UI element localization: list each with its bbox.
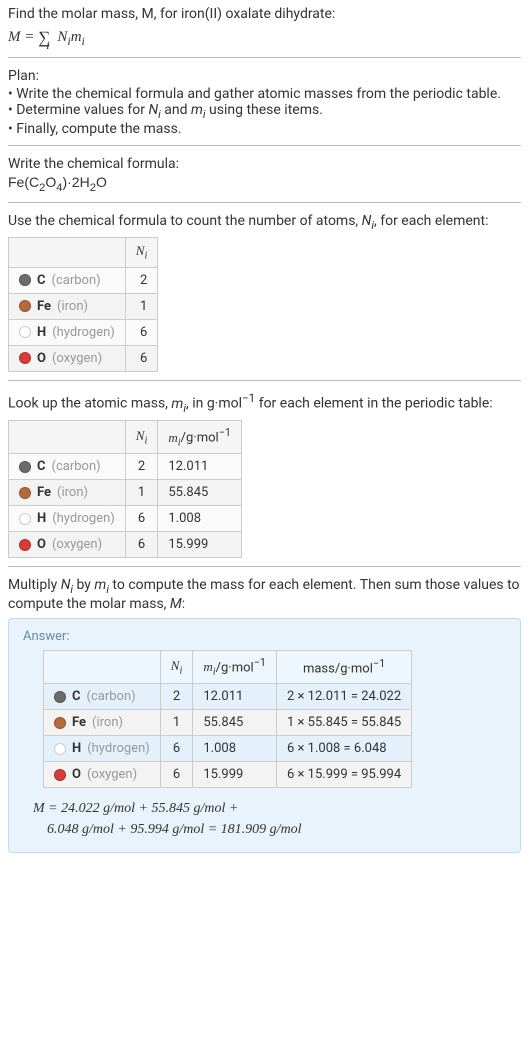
count-title: Use the chemical formula to count the nu…: [8, 213, 521, 232]
answer-header-mass: mass/g·mol−1: [276, 651, 411, 684]
lookup-header-ni: Ni: [125, 421, 158, 454]
element-dot-icon: [19, 461, 31, 473]
multiply-title: Multiply Ni by mi to compute the mass fo…: [8, 577, 521, 612]
element-dot-icon: [54, 743, 66, 755]
divider: [8, 57, 521, 58]
table-row: H (hydrogen) 6: [9, 319, 158, 345]
intro-line: Find the molar mass, M, for iron(II) oxa…: [8, 6, 521, 22]
plan-title: Plan:: [8, 68, 521, 84]
molar-mass-formula: M = ∑i Nimi: [8, 26, 521, 49]
answer-box: Answer: Ni mi/g·mol−1 mass/g·mol−1 C (ca…: [8, 618, 521, 853]
answer-table: Ni mi/g·mol−1 mass/g·mol−1 C (carbon) 2 …: [43, 650, 412, 788]
table-row: O (oxygen) 6 15.999 6 × 15.999 = 95.994: [44, 762, 412, 788]
count-table: Ni C (carbon) 2 Fe (iron) 1 H (hydrogen)…: [8, 237, 158, 372]
element-dot-icon: [19, 513, 31, 525]
plan-item: Write the chemical formula and gather at…: [8, 86, 521, 102]
chemical-formula: Fe(C2O4)·2H2O: [8, 174, 521, 194]
table-row: O (oxygen) 6: [9, 345, 158, 371]
table-row: Fe (iron) 1 55.845 1 × 55.845 = 55.845: [44, 710, 412, 736]
element-dot-icon: [19, 326, 31, 338]
divider: [8, 566, 521, 567]
lookup-table: Ni mi/g·mol−1 C (carbon) 2 12.011 Fe (ir…: [8, 420, 242, 558]
element-dot-icon: [54, 717, 66, 729]
answer-header-mi: mi/g·mol−1: [193, 651, 277, 684]
answer-header-ni: Ni: [160, 651, 193, 684]
element-dot-icon: [19, 539, 31, 551]
lookup-title: Look up the atomic mass, mi, in g·mol−1 …: [8, 391, 521, 414]
divider: [8, 202, 521, 203]
chem-title: Write the chemical formula:: [8, 156, 521, 172]
element-dot-icon: [19, 487, 31, 499]
table-row: C (carbon) 2 12.011: [9, 454, 242, 480]
table-row: O (oxygen) 6 15.999: [9, 532, 242, 558]
element-dot-icon: [54, 769, 66, 781]
table-row: Fe (iron) 1 55.845: [9, 480, 242, 506]
table-row: H (hydrogen) 6 1.008: [9, 506, 242, 532]
lookup-header-mi: mi/g·mol−1: [158, 421, 242, 454]
table-row: C (carbon) 2 12.011 2 × 12.011 = 24.022: [44, 684, 412, 710]
plan-item: Determine values for Ni and mi using the…: [8, 102, 521, 121]
element-dot-icon: [19, 274, 31, 286]
table-row: C (carbon) 2: [9, 267, 158, 293]
molar-mass-sum: M = 24.022 g/mol + 55.845 g/mol + 6.048 …: [33, 798, 506, 840]
table-row: H (hydrogen) 6 1.008 6 × 1.008 = 6.048: [44, 736, 412, 762]
count-table-header-ni: Ni: [125, 238, 158, 268]
plan-list: Write the chemical formula and gather at…: [8, 86, 521, 137]
element-dot-icon: [54, 691, 66, 703]
answer-label: Answer:: [23, 629, 506, 644]
element-dot-icon: [19, 352, 31, 364]
count-table-header-blank: [9, 238, 126, 268]
divider: [8, 380, 521, 381]
divider: [8, 145, 521, 146]
table-row: Fe (iron) 1: [9, 293, 158, 319]
element-dot-icon: [19, 300, 31, 312]
plan-item: Finally, compute the mass.: [8, 121, 521, 137]
